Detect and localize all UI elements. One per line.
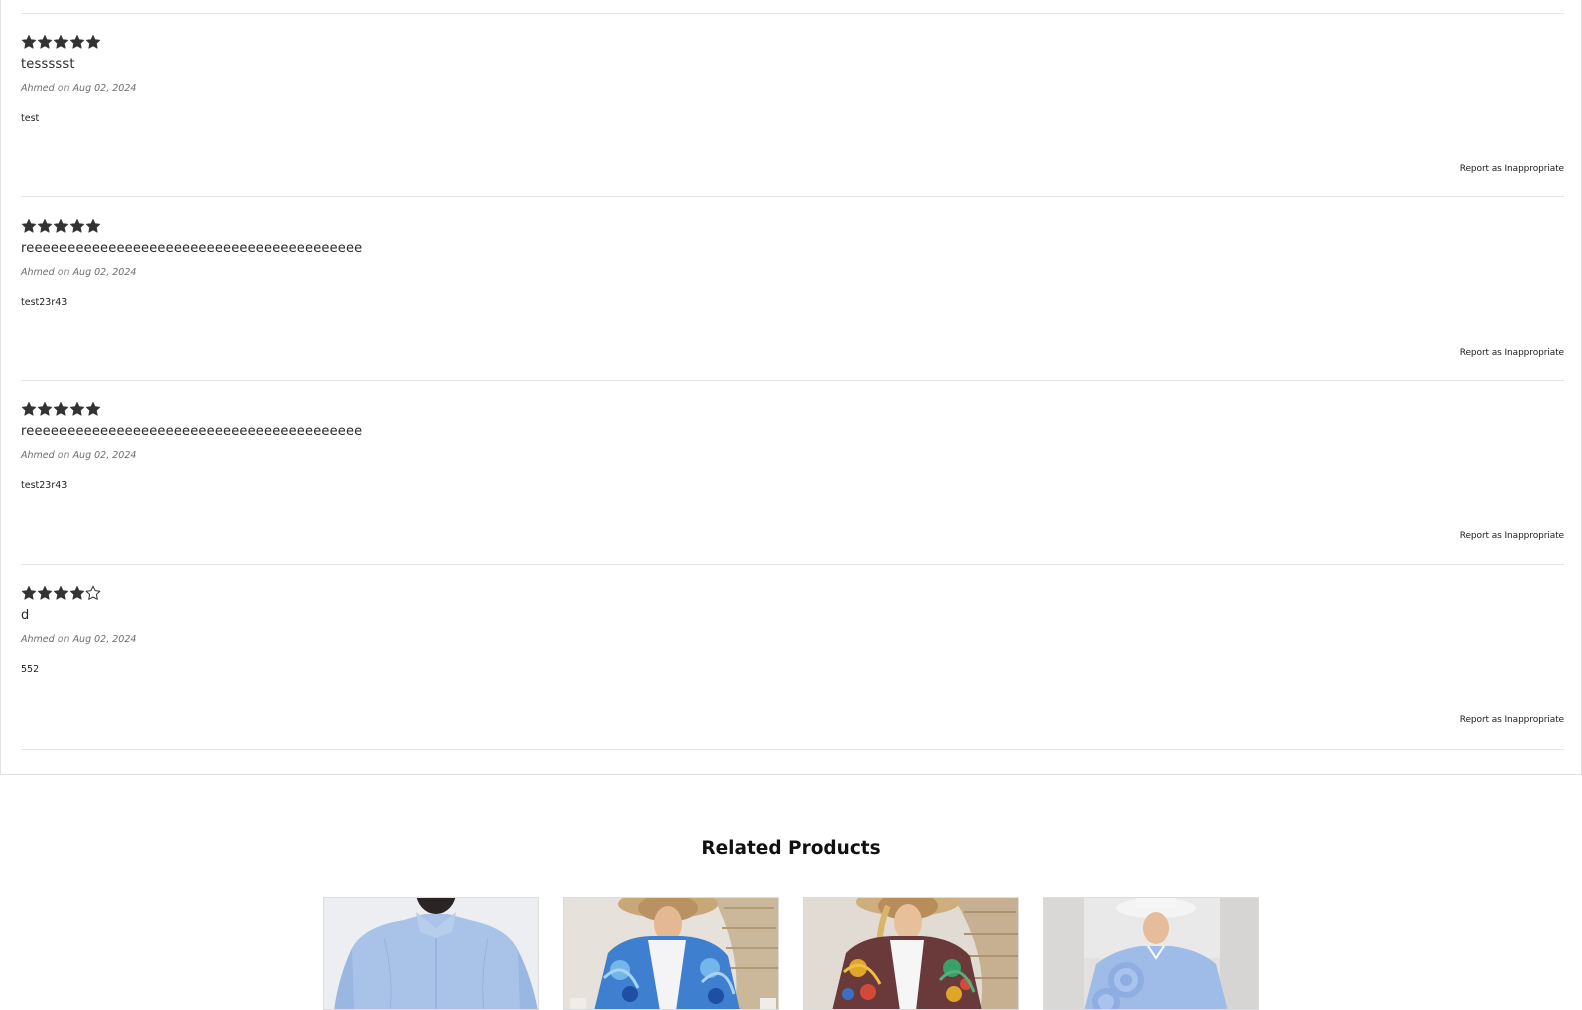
review-date: Aug 02, 2024 bbox=[72, 267, 137, 278]
report-inappropriate-link[interactable]: Report as Inappropriate bbox=[1460, 164, 1564, 174]
star-filled-icon bbox=[85, 401, 101, 416]
star-filled-icon bbox=[69, 401, 85, 416]
star-filled-icon bbox=[53, 34, 69, 49]
star-filled-icon bbox=[37, 585, 53, 600]
review-item: tessssst Ahmed on Aug 02, 2024 test Repo… bbox=[21, 34, 1564, 219]
star-rating bbox=[21, 401, 101, 421]
review-title: reeeeeeeeeeeeeeeeeeeeeeeeeeeeeeeeeeeeeee… bbox=[21, 241, 363, 256]
product-card[interactable] bbox=[563, 897, 779, 1010]
star-filled-icon bbox=[69, 218, 85, 233]
star-filled-icon bbox=[21, 401, 37, 416]
review-author: Ahmed bbox=[21, 450, 55, 461]
review-item: d Ahmed on Aug 02, 2024 552 Report as In… bbox=[21, 585, 1564, 770]
star-filled-icon bbox=[53, 401, 69, 416]
review-on-label: on bbox=[57, 634, 70, 645]
product-image-blue-kimono bbox=[564, 898, 778, 1009]
star-filled-icon bbox=[37, 218, 53, 233]
review-title: tessssst bbox=[21, 57, 75, 72]
review-item: reeeeeeeeeeeeeeeeeeeeeeeeeeeeeeeeeeeeeee… bbox=[21, 401, 1564, 586]
review-divider bbox=[21, 13, 1564, 14]
review-meta: Ahmed on Aug 02, 2024 bbox=[21, 267, 136, 278]
review-meta: Ahmed on Aug 02, 2024 bbox=[21, 634, 136, 645]
star-filled-icon bbox=[53, 585, 69, 600]
product-image-colorful-kimono bbox=[804, 898, 1018, 1009]
review-date: Aug 02, 2024 bbox=[72, 634, 137, 645]
star-filled-icon bbox=[21, 585, 37, 600]
report-inappropriate-link[interactable]: Report as Inappropriate bbox=[1460, 348, 1564, 358]
review-author: Ahmed bbox=[21, 83, 55, 94]
review-divider bbox=[21, 564, 1564, 565]
star-filled-icon bbox=[37, 34, 53, 49]
report-inappropriate-link[interactable]: Report as Inappropriate bbox=[1460, 531, 1564, 541]
star-filled-icon bbox=[21, 34, 37, 49]
report-inappropriate-link[interactable]: Report as Inappropriate bbox=[1460, 715, 1564, 725]
review-divider bbox=[21, 380, 1564, 381]
star-filled-icon bbox=[53, 218, 69, 233]
review-date: Aug 02, 2024 bbox=[72, 83, 137, 94]
related-products-heading: Related Products bbox=[701, 838, 881, 859]
review-date: Aug 02, 2024 bbox=[72, 450, 137, 461]
review-divider bbox=[21, 196, 1564, 197]
product-image-ruffled-shirt bbox=[1044, 898, 1258, 1009]
review-body: test bbox=[21, 113, 40, 124]
reviews-list: tessssst Ahmed on Aug 02, 2024 test Repo… bbox=[0, 0, 1582, 775]
star-filled-icon bbox=[85, 218, 101, 233]
review-author: Ahmed bbox=[21, 634, 55, 645]
star-rating bbox=[21, 218, 101, 238]
review-body: test23r43 bbox=[21, 297, 68, 308]
product-card[interactable] bbox=[323, 897, 539, 1010]
review-on-label: on bbox=[57, 267, 70, 278]
star-rating bbox=[21, 585, 101, 605]
star-filled-icon bbox=[37, 401, 53, 416]
review-meta: Ahmed on Aug 02, 2024 bbox=[21, 450, 136, 461]
review-on-label: on bbox=[57, 450, 70, 461]
star-rating bbox=[21, 34, 101, 54]
star-filled-icon bbox=[69, 585, 85, 600]
review-body: 552 bbox=[21, 664, 40, 675]
star-empty-icon bbox=[85, 585, 101, 600]
review-body: test23r43 bbox=[21, 480, 68, 491]
review-on-label: on bbox=[57, 83, 70, 94]
review-divider bbox=[21, 749, 1564, 750]
star-filled-icon bbox=[85, 34, 101, 49]
product-image-shirt-back bbox=[324, 898, 538, 1009]
review-meta: Ahmed on Aug 02, 2024 bbox=[21, 83, 136, 94]
star-filled-icon bbox=[21, 218, 37, 233]
product-card[interactable] bbox=[803, 897, 1019, 1010]
review-author: Ahmed bbox=[21, 267, 55, 278]
review-title: reeeeeeeeeeeeeeeeeeeeeeeeeeeeeeeeeeeeeee… bbox=[21, 424, 363, 439]
product-card[interactable] bbox=[1043, 897, 1259, 1010]
review-title: d bbox=[21, 608, 30, 623]
star-filled-icon bbox=[69, 34, 85, 49]
review-item: reeeeeeeeeeeeeeeeeeeeeeeeeeeeeeeeeeeeeee… bbox=[21, 218, 1564, 403]
